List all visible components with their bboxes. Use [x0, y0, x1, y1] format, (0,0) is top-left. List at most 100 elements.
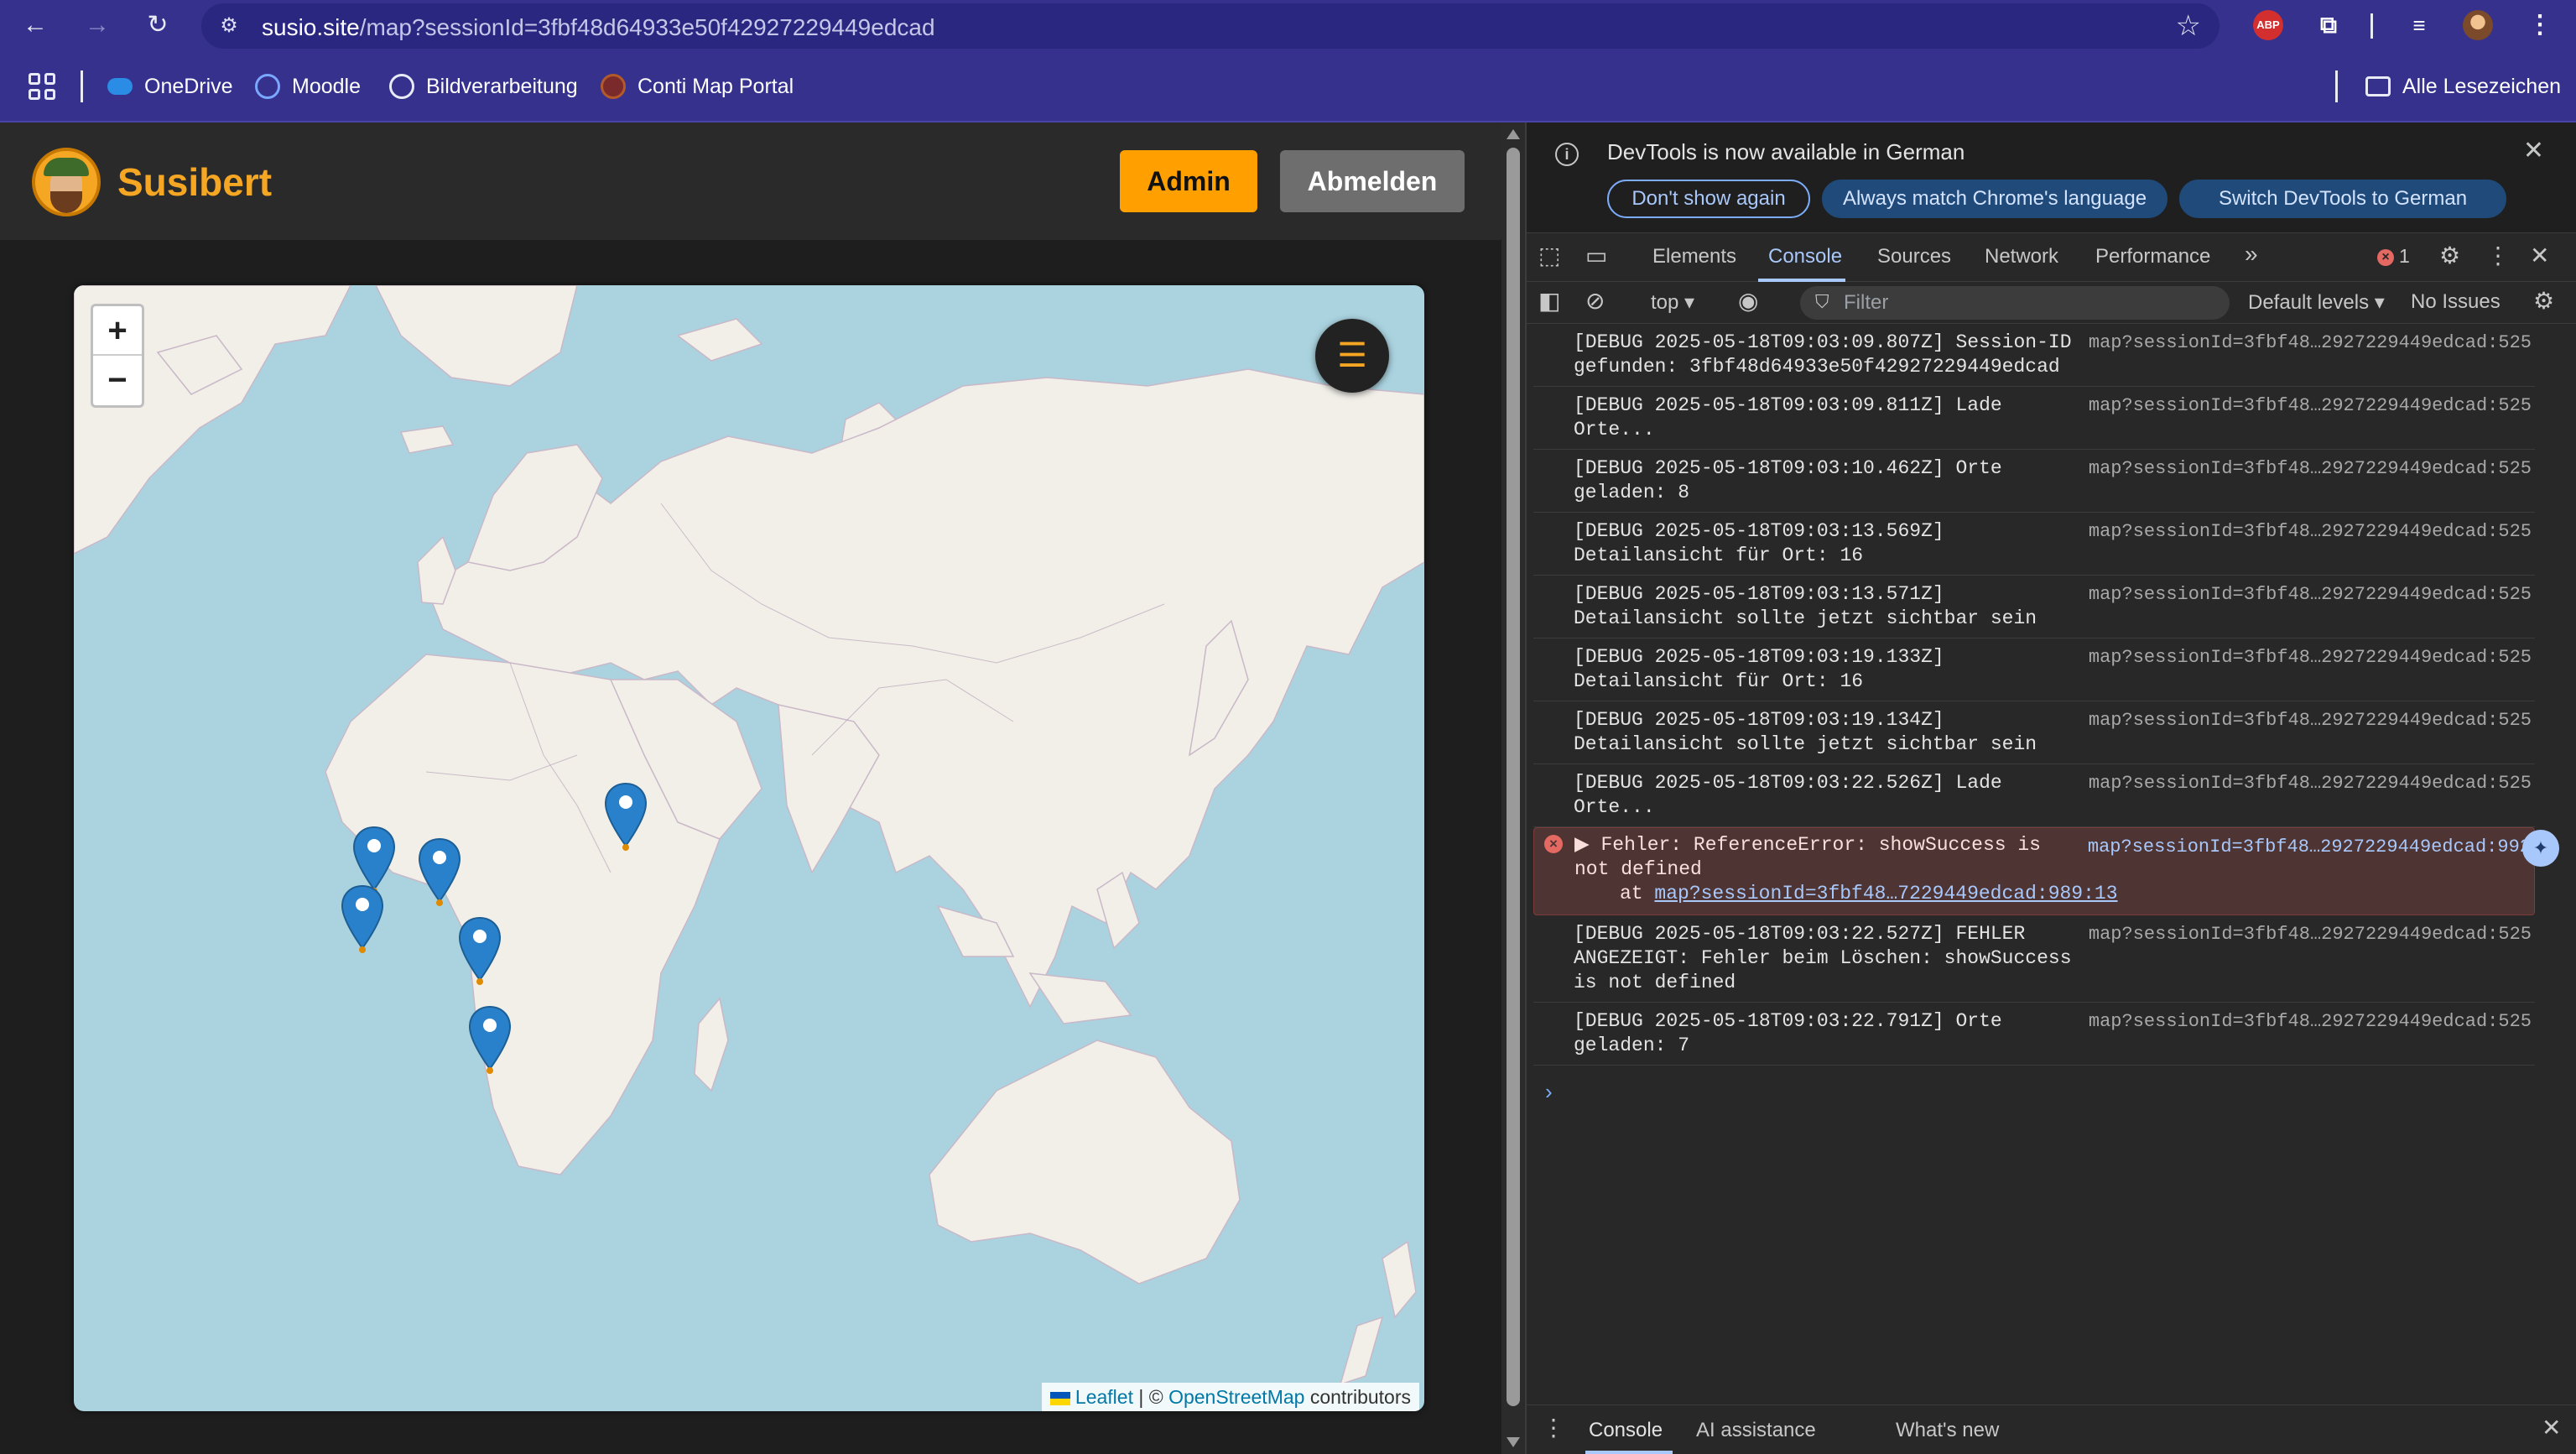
live-expression-eye-icon[interactable]: ◉ — [1738, 289, 1758, 314]
clear-console-icon[interactable]: ⊘ — [1585, 289, 1605, 314]
console-message[interactable]: [DEBUG 2025-05-18T09:03:19.134Z] Detaila… — [1533, 701, 2535, 764]
admin-button[interactable]: Admin — [1120, 150, 1257, 212]
message-text: [DEBUG 2025-05-18T09:03:22.527Z] FEHLER … — [1574, 923, 2084, 993]
profile-avatar[interactable] — [2463, 10, 2493, 40]
tab-elements[interactable]: Elements — [1652, 245, 1736, 268]
bookmark-onedrive[interactable]: OneDrive — [107, 72, 233, 101]
tab-console[interactable]: Console — [1768, 245, 1842, 268]
bookmark-star-icon[interactable]: ☆ — [2176, 11, 2201, 41]
close-drawer-icon[interactable]: ✕ — [2542, 1415, 2561, 1441]
console-message[interactable]: [DEBUG 2025-05-18T09:03:13.571Z] Detaila… — [1533, 576, 2535, 638]
ai-explain-lightbulb-icon[interactable]: ✦ — [2522, 830, 2559, 867]
console-error-message[interactable]: × ▶ Fehler: ReferenceError: showSuccess … — [1533, 827, 2559, 915]
sidebar-toggle-icon[interactable]: ◧ — [1538, 289, 1560, 314]
tab-network[interactable]: Network — [1985, 245, 2058, 268]
console-message[interactable]: [DEBUG 2025-05-18T09:03:10.462Z] Orte ge… — [1533, 450, 2535, 513]
zoom-out-button[interactable]: − — [93, 356, 142, 405]
message-source-link[interactable]: map?sessionId=3fbf48…2927229449edcad:525 — [2089, 708, 2532, 732]
console-message[interactable]: [DEBUG 2025-05-18T09:03:09.807Z] Session… — [1533, 324, 2535, 387]
extensions-puzzle-icon[interactable]: ⧉ — [2313, 10, 2344, 40]
logout-button[interactable]: Abmelden — [1280, 150, 1465, 212]
dont-show-again-button[interactable]: Don't show again — [1607, 180, 1810, 218]
tab-performance[interactable]: Performance — [2095, 245, 2210, 268]
bookmark-bildverarbeitung[interactable]: Bildverarbeitung — [389, 72, 578, 101]
console-prompt[interactable]: › — [1545, 1079, 2576, 1105]
site-settings-icon[interactable]: ⚙ — [216, 13, 242, 39]
bookmark-conti-map-portal[interactable]: Conti Map Portal — [601, 72, 794, 101]
settings-gear-icon[interactable]: ⚙ — [2439, 243, 2460, 268]
filter-input[interactable] — [1844, 289, 2213, 317]
message-source-link[interactable]: map?sessionId=3fbf48…2927229449edcad:525 — [2089, 393, 2532, 418]
map-marker[interactable] — [341, 884, 384, 953]
console-settings-icon[interactable]: ⚙ — [2533, 289, 2554, 314]
message-source-link[interactable]: map?sessionId=3fbf48…2927229449edcad:525 — [2089, 519, 2532, 544]
drawer-tab-whats-new[interactable]: What's new — [1896, 1419, 1999, 1442]
drawer-tab-ai-assistance[interactable]: AI assistance — [1696, 1419, 1816, 1442]
leaflet-link[interactable]: Leaflet — [1075, 1386, 1133, 1408]
forward-arrow-icon[interactable]: → — [79, 7, 116, 44]
error-count: 1 — [2399, 245, 2410, 267]
stack-trace-link[interactable]: map?sessionId=3fbf48…7229449edcad:989:13 — [1654, 883, 2117, 904]
more-options-icon[interactable]: ⋮ — [2486, 243, 2510, 268]
address-bar[interactable]: ⚙ susio.site/map?sessionId=3fbf48d64933e… — [201, 3, 2220, 49]
device-toolbar-icon[interactable]: ▭ — [1585, 243, 1607, 268]
inspect-element-icon[interactable]: ⬚ — [1538, 243, 1560, 268]
back-arrow-icon[interactable]: ← — [17, 7, 54, 44]
console-message[interactable]: [DEBUG 2025-05-18T09:03:22.527Z] FEHLER … — [1533, 915, 2535, 1003]
console-message[interactable]: [DEBUG 2025-05-18T09:03:22.791Z] Orte ge… — [1533, 1003, 2535, 1066]
message-source-link[interactable]: map?sessionId=3fbf48…2927229449edcad:525 — [2089, 771, 2532, 795]
message-source-link[interactable]: map?sessionId=3fbf48…2927229449edcad:525 — [2089, 331, 2532, 355]
match-language-button[interactable]: Always match Chrome's language — [1822, 180, 2167, 218]
map-marker[interactable] — [604, 782, 648, 851]
adblock-extension-icon[interactable]: ABP — [2253, 10, 2283, 40]
map-marker[interactable] — [418, 837, 461, 906]
console-filter[interactable]: ⛉ — [1800, 286, 2230, 320]
switch-to-german-button[interactable]: Switch DevTools to German — [2179, 180, 2506, 218]
all-bookmarks-label: Alle Lesezeichen — [2402, 74, 2562, 98]
map-marker[interactable] — [458, 916, 502, 985]
error-text[interactable]: ▶ Fehler: ReferenceError: showSuccess is… — [1574, 833, 2078, 882]
close-devtools-icon[interactable]: ✕ — [2530, 243, 2549, 268]
zoom-in-button[interactable]: + — [93, 306, 142, 356]
reload-icon[interactable]: ↻ — [139, 7, 176, 44]
close-icon[interactable]: ✕ — [2523, 136, 2544, 165]
context-selector[interactable]: top ▾ — [1651, 290, 1694, 315]
console-message[interactable]: [DEBUG 2025-05-18T09:03:19.133Z] Detaila… — [1533, 638, 2535, 701]
moodle-icon — [255, 74, 280, 99]
site-header: Susibert Admin Abmelden — [0, 122, 1501, 240]
message-source-link[interactable]: map?sessionId=3fbf48…2927229449edcad:525 — [2089, 922, 2532, 946]
all-bookmarks-button[interactable]: Alle Lesezeichen — [2365, 72, 2561, 101]
error-counter[interactable]: × 1 — [2377, 245, 2410, 268]
tab-sources[interactable]: Sources — [1877, 245, 1951, 268]
drawer-menu-icon[interactable]: ⋮ — [1542, 1415, 1565, 1441]
message-source-link[interactable]: map?sessionId=3fbf48…2927229449edcad:525 — [2089, 645, 2532, 670]
drawer-tab-console[interactable]: Console — [1589, 1419, 1663, 1442]
message-source-link[interactable]: map?sessionId=3fbf48…2927229449edcad:525 — [2089, 456, 2532, 481]
leaflet-map[interactable]: + − ☰ Leaflet | © OpenStreetMap contribu… — [74, 285, 1424, 1411]
bookmarks-bar: OneDrive Moodle Bildverarbeitung Conti M… — [0, 50, 2576, 122]
map-menu-button[interactable]: ☰ — [1315, 319, 1389, 393]
error-source-link[interactable]: map?sessionId=3fbf48…2927229449edcad:992 — [2088, 835, 2531, 859]
message-source-link[interactable]: map?sessionId=3fbf48…2927229449edcad:525 — [2089, 1009, 2532, 1034]
bookmark-moodle[interactable]: Moodle — [255, 72, 361, 101]
infobar-message: DevTools is now available in German — [1607, 139, 1965, 164]
console-message[interactable]: [DEBUG 2025-05-18T09:03:13.569Z] Detaila… — [1533, 513, 2535, 576]
log-levels-dropdown[interactable]: Default levels ▾ — [2248, 290, 2385, 315]
openstreetmap-link[interactable]: OpenStreetMap — [1168, 1386, 1304, 1408]
map-marker[interactable] — [468, 1005, 512, 1074]
scroll-up-arrow-icon[interactable] — [1507, 129, 1520, 139]
scroll-down-arrow-icon[interactable] — [1507, 1437, 1520, 1447]
site-logo[interactable] — [32, 148, 101, 216]
more-tabs-chevron-icon[interactable]: » — [2245, 242, 2258, 267]
message-source-link[interactable]: map?sessionId=3fbf48…2927229449edcad:525 — [2089, 582, 2532, 607]
console-message[interactable]: [DEBUG 2025-05-18T09:03:22.526Z] Lade Or… — [1533, 764, 2535, 827]
console-message[interactable]: [DEBUG 2025-05-18T09:03:09.811Z] Lade Or… — [1533, 387, 2535, 450]
scrollbar-thumb[interactable] — [1507, 148, 1520, 1406]
apps-grid-icon[interactable] — [29, 73, 55, 100]
page-scrollbar[interactable] — [1501, 122, 1525, 1454]
message-text: [DEBUG 2025-05-18T09:03:13.569Z] Detaila… — [1574, 520, 1956, 566]
media-control-icon[interactable]: ≡ — [2404, 10, 2434, 40]
browser-menu-icon[interactable]: ⋮ — [2525, 10, 2555, 40]
url-text[interactable]: susio.site/map?sessionId=3fbf48d64933e50… — [262, 14, 935, 41]
issues-button[interactable]: No Issues — [2411, 290, 2501, 314]
